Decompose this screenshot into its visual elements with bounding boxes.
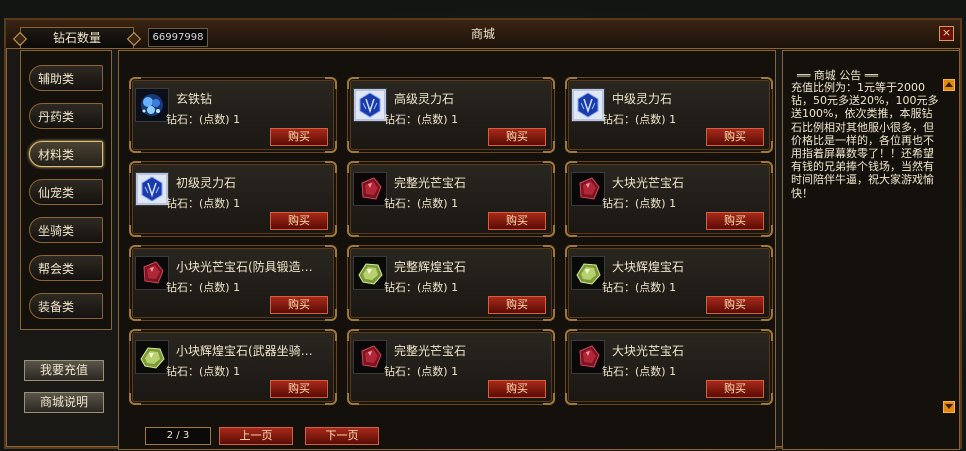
next-page-button[interactable]: 下一页 bbox=[305, 427, 379, 445]
recharge-button[interactable]: 我要充值 bbox=[24, 360, 104, 381]
buy-button[interactable]: 购买 bbox=[270, 296, 328, 314]
category-tab[interactable]: 丹药类 bbox=[29, 103, 103, 129]
buy-button[interactable]: 购买 bbox=[706, 128, 764, 146]
item-name: 完整光芒宝石 bbox=[394, 176, 467, 190]
item-price: 钻石：(点数) 1 bbox=[384, 113, 459, 126]
close-button[interactable]: × bbox=[939, 26, 954, 41]
item-name: 玄铁钻 bbox=[176, 92, 213, 106]
buy-button[interactable]: 购买 bbox=[488, 128, 546, 146]
category-tab[interactable]: 装备类 bbox=[29, 293, 103, 319]
category-tab[interactable]: 仙宠类 bbox=[29, 179, 103, 205]
shop-item-card[interactable]: 大块辉煌宝石钻石：(点数) 1 购买 bbox=[565, 245, 773, 321]
shop-item-card[interactable]: 初级灵力石钻石：(点数) 1 购买 bbox=[129, 161, 337, 237]
scroll-up-arrow[interactable] bbox=[943, 79, 955, 91]
item-price: 钻石：(点数) 1 bbox=[602, 197, 677, 210]
category-panel: 辅助类丹药类材料类仙宠类坐骑类帮会类装备类 bbox=[20, 50, 112, 330]
red-gem-icon[interactable] bbox=[571, 172, 605, 206]
red-gem-icon[interactable] bbox=[353, 172, 387, 206]
scroll-down-arrow[interactable] bbox=[943, 401, 955, 413]
item-price: 钻石：(点数) 1 bbox=[384, 281, 459, 294]
notice-panel: ══ 商城 公告 ══ 充值比例为：1元等于2000钻，50元多送20%，100… bbox=[782, 50, 960, 450]
diamond-count-label: 钻石数量 bbox=[20, 27, 134, 49]
shop-item-card[interactable]: 小块辉煌宝石(武器坐骑… 钻石：(点数) 1 购买 bbox=[129, 329, 337, 405]
item-name: 完整辉煌宝石 bbox=[394, 260, 467, 274]
prev-page-button[interactable]: 上一页 bbox=[219, 427, 293, 445]
item-name: 初级灵力石 bbox=[176, 176, 237, 190]
item-price: 钻石：(点数) 1 bbox=[166, 281, 241, 294]
buy-button[interactable]: 购买 bbox=[488, 212, 546, 230]
category-tab[interactable]: 材料类 bbox=[29, 141, 103, 167]
green-gem-icon[interactable] bbox=[571, 256, 605, 290]
buy-button[interactable]: 购买 bbox=[488, 380, 546, 398]
item-name: 大块光芒宝石 bbox=[612, 176, 685, 190]
buy-button[interactable]: 购买 bbox=[270, 380, 328, 398]
green-gem-icon[interactable] bbox=[353, 256, 387, 290]
category-tab[interactable]: 辅助类 bbox=[29, 65, 103, 91]
item-price: 钻石：(点数) 1 bbox=[166, 113, 241, 126]
shop-item-card[interactable]: 完整辉煌宝石钻石：(点数) 1 购买 bbox=[347, 245, 555, 321]
item-name: 高级灵力石 bbox=[394, 92, 455, 106]
blue-spirit-stone-icon[interactable] bbox=[571, 88, 605, 122]
shop-window: 商城 × 钻石数量 66997998 辅助类 丹药类 材料类 仙宠类 坐骑类 帮会类 装备类… bbox=[4, 18, 962, 450]
item-price: 钻石：(点数) 1 bbox=[384, 197, 459, 210]
item-name: 大块辉煌宝石 bbox=[612, 260, 685, 274]
item-price: 钻石：(点数) 1 bbox=[602, 113, 677, 126]
green-gem-icon[interactable] bbox=[135, 340, 169, 374]
red-gem-icon[interactable] bbox=[135, 256, 169, 290]
item-name: 小块光芒宝石(防具锻造… bbox=[176, 260, 313, 274]
shop-item-card[interactable]: 玄铁钻钻石：(点数) 1 购买 bbox=[129, 77, 337, 153]
shop-item-card[interactable]: 小块光芒宝石(防具锻造… 钻石：(点数) 1 购买 bbox=[129, 245, 337, 321]
shop-item-card[interactable]: 高级灵力石钻石：(点数) 1 购买 bbox=[347, 77, 555, 153]
item-grid: 2 / 3 上一页 下一页 玄铁钻 钻石：(点数) 1 购买 高级灵力石 钻石：(点数)… bbox=[118, 50, 776, 450]
notice-body: 充值比例为：1元等于2000钻，50元多送20%，100元多送100%，依次类推… bbox=[791, 81, 939, 200]
shop-item-card[interactable]: 大块光芒宝石钻石：(点数) 1 购买 bbox=[565, 161, 773, 237]
buy-button[interactable]: 购买 bbox=[706, 212, 764, 230]
shop-item-card[interactable]: 完整光芒宝石钻石：(点数) 1 购买 bbox=[347, 329, 555, 405]
page-indicator: 2 / 3 bbox=[145, 427, 211, 445]
red-gem-icon[interactable] bbox=[571, 340, 605, 374]
item-price: 钻石：(点数) 1 bbox=[602, 365, 677, 378]
shop-item-card[interactable]: 完整光芒宝石钻石：(点数) 1 购买 bbox=[347, 161, 555, 237]
buy-button[interactable]: 购买 bbox=[270, 212, 328, 230]
item-price: 钻石：(点数) 1 bbox=[602, 281, 677, 294]
category-tab[interactable]: 坐骑类 bbox=[29, 217, 103, 243]
item-name: 小块辉煌宝石(武器坐骑… bbox=[176, 344, 313, 358]
blue-spirit-stone-icon[interactable] bbox=[135, 172, 169, 206]
shop-help-button[interactable]: 商城说明 bbox=[24, 392, 104, 413]
buy-button[interactable]: 购买 bbox=[488, 296, 546, 314]
item-name: 完整光芒宝石 bbox=[394, 344, 467, 358]
shop-item-card[interactable]: 中级灵力石钻石：(点数) 1 购买 bbox=[565, 77, 773, 153]
shop-item-card[interactable]: 大块光芒宝石钻石：(点数) 1 购买 bbox=[565, 329, 773, 405]
buy-button[interactable]: 购买 bbox=[706, 296, 764, 314]
diamond-count-value: 66997998 bbox=[148, 28, 208, 47]
item-price: 钻石：(点数) 1 bbox=[384, 365, 459, 378]
buy-button[interactable]: 购买 bbox=[706, 380, 764, 398]
blue-crystal-icon[interactable] bbox=[135, 88, 169, 122]
item-price: 钻石：(点数) 1 bbox=[166, 197, 241, 210]
red-gem-icon[interactable] bbox=[353, 340, 387, 374]
item-name: 大块光芒宝石 bbox=[612, 344, 685, 358]
category-tab[interactable]: 帮会类 bbox=[29, 255, 103, 281]
item-price: 钻石：(点数) 1 bbox=[166, 365, 241, 378]
item-name: 中级灵力石 bbox=[612, 92, 673, 106]
blue-spirit-stone-icon[interactable] bbox=[353, 88, 387, 122]
buy-button[interactable]: 购买 bbox=[270, 128, 328, 146]
